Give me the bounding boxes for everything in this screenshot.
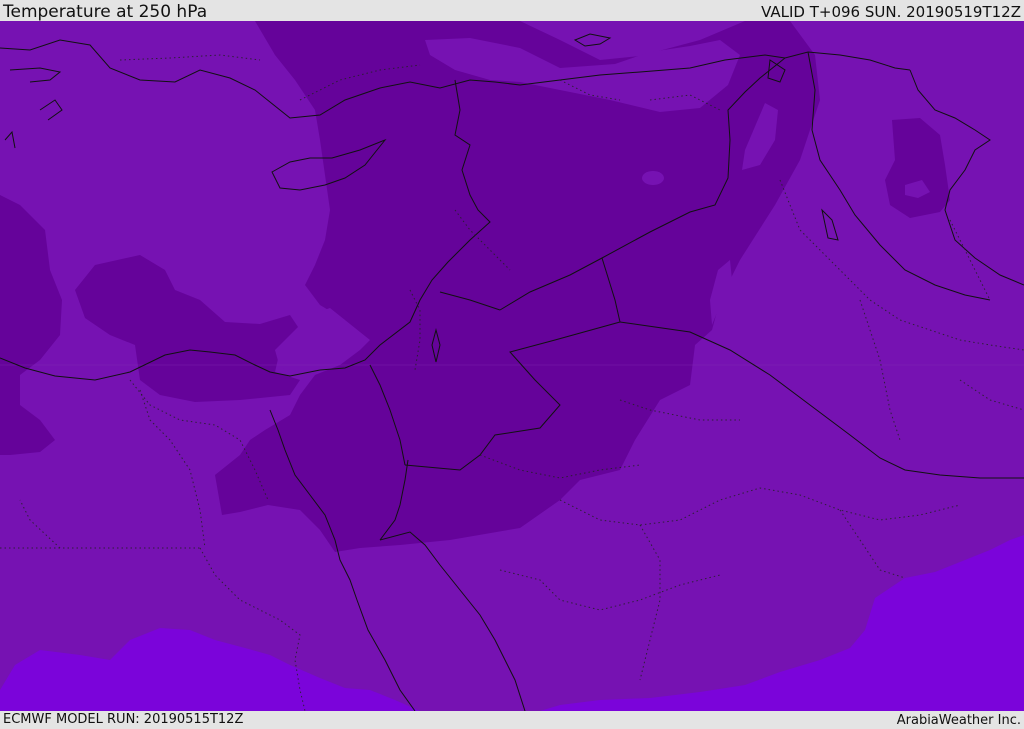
header-bar: Temperature at 250 hPa VALID T+096 SUN. … [0,0,1024,21]
valid-time: VALID T+096 SUN. 20190519T12Z [761,3,1021,21]
credit-label: ArabiaWeather Inc. [896,713,1021,728]
map-title: Temperature at 250 hPa [3,2,208,22]
footer-bar: ECMWF MODEL RUN: 20190515T12Z ArabiaWeat… [0,711,1024,729]
warm-pocket-small [642,171,664,185]
model-run-label: ECMWF MODEL RUN: 20190515T12Z [3,712,244,727]
temperature-map [0,21,1024,711]
map-area[interactable] [0,21,1024,711]
